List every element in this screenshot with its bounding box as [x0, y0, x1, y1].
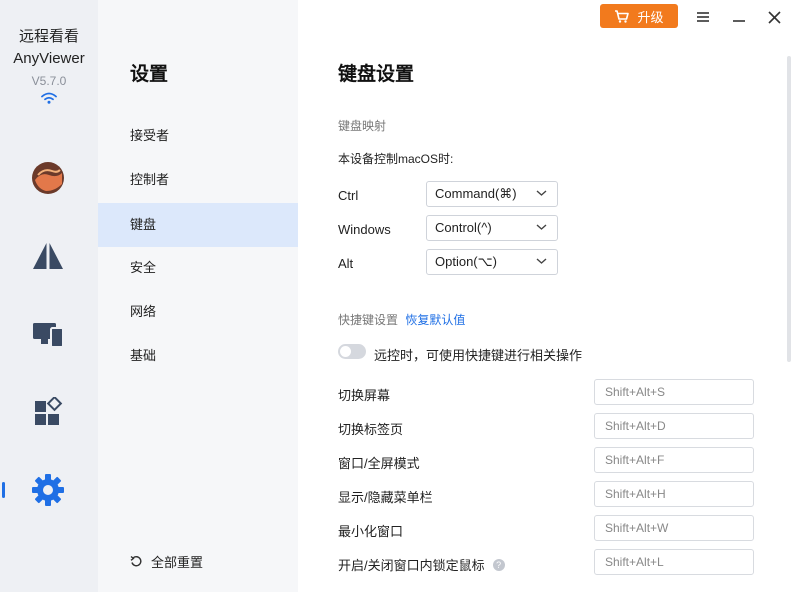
- reset-all-button[interactable]: 全部重置: [130, 552, 203, 571]
- shortcut-label-text: 切换屏幕: [338, 388, 391, 403]
- nav-item-keyboard[interactable]: 键盘: [98, 203, 298, 247]
- close-icon[interactable]: [765, 8, 783, 26]
- shortcut-section-label: 快捷键设置: [338, 313, 399, 327]
- mapping-key-windows: Windows: [338, 222, 391, 237]
- ctrl-mapping-select[interactable]: Command(⌘): [426, 181, 558, 207]
- chevron-down-icon: [536, 190, 547, 196]
- shortcut-label-text: 窗口/全屏模式: [338, 456, 420, 471]
- keyboard-mapping-section-label: 键盘映射: [338, 119, 387, 133]
- chevron-down-icon: [536, 224, 547, 230]
- app-name-en: AnyViewer: [13, 50, 85, 67]
- shortcut-label-window-fullscreen: 窗口/全屏模式: [338, 453, 420, 472]
- shortcut-input-minimize[interactable]: Shift+Alt+W: [594, 515, 754, 541]
- shortcut-input-toggle-menubar[interactable]: Shift+Alt+H: [594, 481, 754, 507]
- alt-mapping-value: Option(⌥): [435, 254, 497, 269]
- settings-nav: 设置 接受者 控制者 键盘 安全 网络 基础 全部重置: [98, 0, 298, 592]
- nav-item-security[interactable]: 安全: [98, 246, 298, 290]
- windows-mapping-select[interactable]: Control(^): [426, 215, 558, 241]
- app-version: V5.7.0: [31, 74, 67, 88]
- alt-mapping-select[interactable]: Option(⌥): [426, 249, 558, 275]
- mapping-key-ctrl: Ctrl: [338, 188, 359, 203]
- help-icon[interactable]: ?: [492, 558, 505, 571]
- cart-icon: [615, 9, 630, 23]
- shortcut-enable-label: 远控时，可使用快捷键进行相关操作: [374, 348, 583, 363]
- shortcut-label-lock-mouse: 开启/关闭窗口内锁定鼠标 ?: [338, 555, 505, 574]
- shortcut-label-text: 显示/隐藏菜单栏: [338, 490, 433, 505]
- shortcut-label-text: 开启/关闭窗口内锁定鼠标: [338, 558, 485, 573]
- menu-icon[interactable]: [694, 8, 712, 26]
- reset-all-label: 全部重置: [151, 555, 204, 570]
- chevron-down-icon: [536, 258, 547, 264]
- apps-icon[interactable]: [30, 394, 66, 430]
- mapping-description: 本设备控制macOS时:: [338, 152, 454, 166]
- shortcut-input-switch-screen[interactable]: Shift+Alt+S: [594, 379, 754, 405]
- nav-item-network[interactable]: 网络: [98, 290, 298, 334]
- shortcut-input-lock-mouse[interactable]: Shift+Alt+L: [594, 549, 754, 575]
- gear-icon[interactable]: [30, 472, 66, 508]
- left-rail: 远程看看 AnyViewer V5.7.0: [0, 0, 98, 592]
- settings-title: 设置: [130, 64, 169, 85]
- active-rail-indicator: [2, 482, 5, 498]
- avatar[interactable]: [30, 160, 66, 196]
- ctrl-mapping-value: Command(⌘): [435, 186, 517, 201]
- shortcut-enable-toggle[interactable]: [338, 344, 366, 359]
- nav-item-controller[interactable]: 控制者: [98, 158, 298, 202]
- scrollbar[interactable]: [787, 56, 791, 362]
- shortcut-label-switch-tab: 切换标签页: [338, 419, 403, 438]
- shortcut-label-text: 切换标签页: [338, 422, 404, 437]
- toggle-knob: [340, 346, 351, 357]
- reset-icon: [130, 555, 142, 567]
- devices-icon[interactable]: [30, 316, 66, 352]
- nav-item-receiver[interactable]: 接受者: [98, 114, 298, 158]
- upgrade-label: 升级: [637, 9, 664, 25]
- wifi-icon: [41, 92, 57, 104]
- app-name-cn: 远程看看: [18, 28, 79, 45]
- minimize-icon[interactable]: [730, 8, 748, 26]
- restore-defaults-link[interactable]: 恢复默认值: [405, 313, 465, 327]
- brand: 远程看看 AnyViewer V5.7.0: [0, 26, 98, 104]
- shortcut-input-switch-tab[interactable]: Shift+Alt+D: [594, 413, 754, 439]
- shortcut-section-header: 快捷键设置 恢复默认值: [338, 311, 465, 328]
- shortcut-label-minimize: 最小化窗口: [338, 521, 403, 540]
- nav-item-basic[interactable]: 基础: [98, 334, 298, 378]
- shortcut-label-switch-screen: 切换屏幕: [338, 385, 390, 404]
- page-title: 键盘设置: [338, 64, 415, 85]
- triangle-logo-icon[interactable]: [30, 238, 66, 274]
- shortcut-label-toggle-menubar: 显示/隐藏菜单栏: [338, 487, 433, 506]
- windows-mapping-value: Control(^): [435, 220, 492, 235]
- upgrade-button[interactable]: 升级: [600, 4, 678, 28]
- shortcut-label-text: 最小化窗口: [338, 524, 404, 539]
- mapping-key-alt: Alt: [338, 256, 354, 271]
- shortcut-input-window-fullscreen[interactable]: Shift+Alt+F: [594, 447, 754, 473]
